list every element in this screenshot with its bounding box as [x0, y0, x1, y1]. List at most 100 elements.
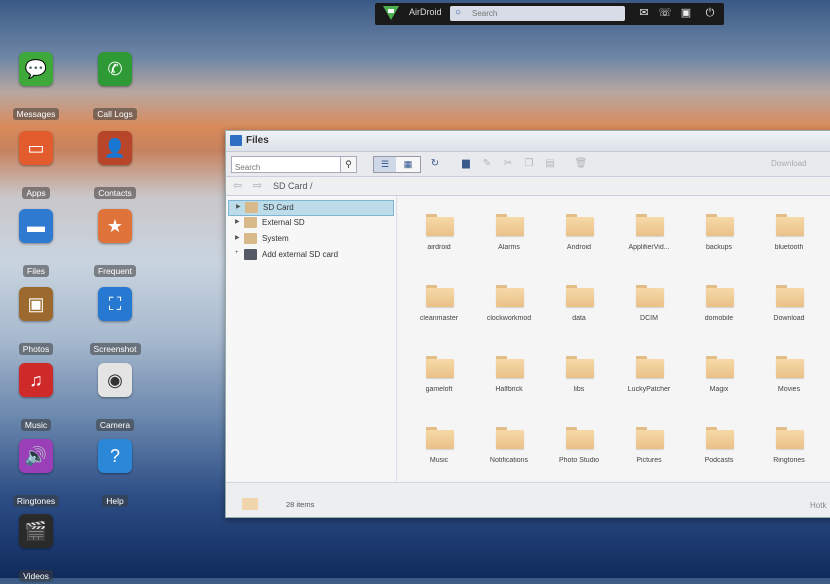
- desktop-app-label: Ringtones: [12, 495, 60, 507]
- list-view-icon[interactable]: ☰: [374, 157, 396, 172]
- cut-icon[interactable]: ✂: [499, 156, 517, 171]
- folder-icon: [426, 356, 454, 378]
- breadcrumb[interactable]: SD Card /: [273, 181, 313, 191]
- tree-item[interactable]: ▶ SD Card: [228, 200, 394, 216]
- desktop-app-label: Messages: [12, 108, 60, 120]
- folder-item[interactable]: DCIM: [614, 273, 684, 333]
- folder-item[interactable]: ApplifierVid...: [614, 202, 684, 262]
- desktop-app-files[interactable]: ▬ Files: [1, 209, 71, 279]
- new-folder-icon[interactable]: ▆: [457, 156, 475, 171]
- power-icon[interactable]: ⏻: [703, 6, 717, 20]
- window-titlebar[interactable]: Files: [226, 131, 830, 152]
- call-logs-icon: ✆: [98, 52, 132, 86]
- folder-name: cleanmaster: [419, 315, 459, 322]
- folder-item[interactable]: airdroid: [404, 202, 474, 262]
- desktop-app-label: Apps: [22, 187, 50, 199]
- grid-view-icon[interactable]: ▦: [397, 157, 419, 172]
- folder-item[interactable]: cleanmaster: [404, 273, 474, 333]
- desktop-app-screenshot[interactable]: ⛶ Screenshot: [80, 287, 150, 357]
- folder-name: clockworkmod: [486, 315, 532, 322]
- folder-item[interactable]: Pictures: [614, 415, 684, 475]
- folder-icon: [776, 427, 804, 449]
- desktop-app-label: Frequent: [93, 265, 137, 277]
- folder-icon: [245, 202, 258, 213]
- rename-icon[interactable]: ✎: [478, 156, 496, 171]
- expand-arrow-icon[interactable]: ▶: [235, 218, 240, 225]
- desktop-app-contacts[interactable]: 👤 Contacts: [80, 131, 150, 201]
- global-search-input[interactable]: [472, 7, 617, 19]
- expand-arrow-icon[interactable]: ▶: [236, 203, 241, 210]
- desktop-app-call-logs[interactable]: ✆ Call Logs: [80, 52, 150, 122]
- folder-item[interactable]: Notifications: [474, 415, 544, 475]
- folder-item[interactable]: Magix: [684, 344, 754, 404]
- tree-item[interactable]: ▶ System: [228, 232, 392, 246]
- camera-icon: ◉: [98, 363, 132, 397]
- delete-icon[interactable]: 🗑: [572, 156, 590, 171]
- folder-icon: [776, 285, 804, 307]
- desktop-app-frequent[interactable]: ★ Frequent: [80, 209, 150, 279]
- desktop-app-videos[interactable]: 🎬 Videos: [1, 514, 71, 584]
- videos-icon: 🎬: [19, 514, 53, 548]
- folder-item[interactable]: Ringtones: [754, 415, 824, 475]
- folder-item[interactable]: clockworkmod: [474, 273, 544, 333]
- desktop-app-messages[interactable]: 💬 Messages: [1, 52, 71, 122]
- copy-icon[interactable]: ❐: [520, 156, 538, 171]
- folder-item[interactable]: Podcasts: [684, 415, 754, 475]
- folder-item[interactable]: Alarms: [474, 202, 544, 262]
- phone-icon[interactable]: ☏: [658, 6, 672, 20]
- folder-icon: [244, 233, 257, 244]
- folder-item[interactable]: Photo Studio: [544, 415, 614, 475]
- folder-item[interactable]: backups: [684, 202, 754, 262]
- font-size-icon[interactable]: ▣: [679, 6, 693, 20]
- tree-item-label: Add external SD card: [262, 250, 339, 259]
- folder-item[interactable]: libs: [544, 344, 614, 404]
- back-arrow-icon[interactable]: ⇦: [233, 179, 242, 192]
- window-title: Files: [246, 135, 269, 146]
- files-search-input[interactable]: [232, 160, 338, 175]
- folder-item[interactable]: Movies: [754, 344, 824, 404]
- folder-icon: [566, 427, 594, 449]
- refresh-icon[interactable]: ↻: [426, 156, 444, 171]
- folder-tree: ▶ SD Card ▶ External SD ▶ System + Add external…: [226, 196, 397, 481]
- help-icon: ?: [98, 439, 132, 473]
- tree-item[interactable]: ▶ External SD: [228, 216, 392, 230]
- folder-name: Pictures: [636, 457, 662, 464]
- folder-icon: [496, 214, 524, 236]
- folder-icon: [776, 356, 804, 378]
- folder-item[interactable]: LuckyPatcher: [614, 344, 684, 404]
- tree-item-label: SD Card: [263, 203, 294, 212]
- airdroid-logo-icon: [383, 6, 399, 20]
- folder-name: Magix: [709, 386, 729, 393]
- tree-item[interactable]: + Add external SD card: [228, 248, 392, 262]
- folder-item[interactable]: Download: [754, 273, 824, 333]
- folder-icon: [426, 427, 454, 449]
- folder-item[interactable]: domobile: [684, 273, 754, 333]
- search-button-icon[interactable]: ⚲: [340, 156, 357, 173]
- mail-icon[interactable]: ✉: [637, 6, 651, 20]
- desktop-app-ringtones[interactable]: 🔊 Ringtones: [1, 439, 71, 509]
- folder-item[interactable]: bluetooth: [754, 202, 824, 262]
- desktop-app-help[interactable]: ? Help: [80, 439, 150, 509]
- paste-icon[interactable]: ▤: [541, 156, 559, 171]
- folder-item[interactable]: data: [544, 273, 614, 333]
- download-button[interactable]: Download: [771, 159, 807, 168]
- desktop-app-apps[interactable]: ▭ Apps: [1, 131, 71, 201]
- expand-arrow-icon[interactable]: ▶: [235, 234, 240, 241]
- plus-icon[interactable]: +: [235, 250, 239, 256]
- files-search[interactable]: [231, 156, 343, 175]
- hotkeys-link[interactable]: Hotk: [810, 501, 826, 510]
- folder-item[interactable]: Android: [544, 202, 614, 262]
- folder-item[interactable]: Music: [404, 415, 474, 475]
- folder-name: gameloft: [425, 386, 453, 393]
- folder-item[interactable]: gameloft: [404, 344, 474, 404]
- desktop-app-music[interactable]: ♫ Music: [1, 363, 71, 433]
- forward-arrow-icon[interactable]: ⇨: [253, 179, 262, 192]
- folder-name: Android: [566, 244, 592, 251]
- global-search[interactable]: ○: [450, 6, 625, 21]
- desktop-app-photos[interactable]: ▣ Photos: [1, 287, 71, 357]
- desktop-app-camera[interactable]: ◉ Camera: [80, 363, 150, 433]
- folder-name: Movies: [777, 386, 801, 393]
- folder-icon: [566, 356, 594, 378]
- folder-name: Podcasts: [704, 457, 734, 464]
- folder-item[interactable]: Halfbrick: [474, 344, 544, 404]
